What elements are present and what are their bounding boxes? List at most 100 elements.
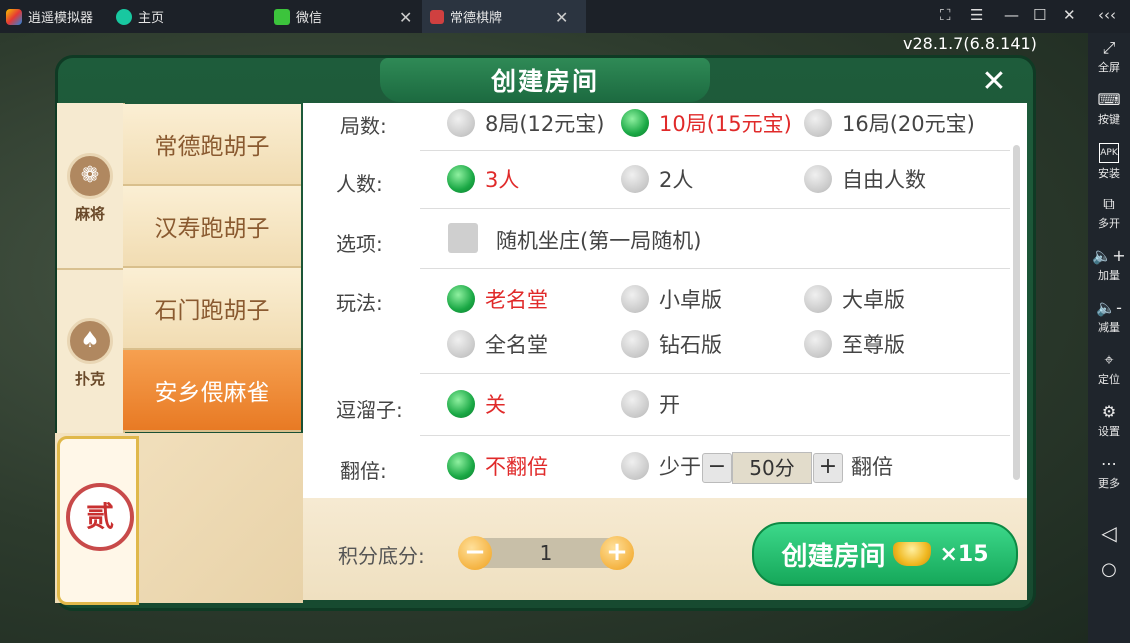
game-item-hanshou[interactable]: 汉寿跑胡子: [123, 186, 301, 268]
threshold-decrease-button[interactable]: −: [702, 453, 732, 483]
style-option-xiaozhuo[interactable]: 小卓版: [621, 284, 722, 314]
sidebar-more[interactable]: ⋯ 更多: [1088, 455, 1130, 491]
home-circle-icon: ○: [1101, 559, 1117, 580]
category-poker[interactable]: ♠ 扑克: [57, 318, 123, 389]
spade-icon: ♠: [67, 318, 113, 364]
sidebar-install-apk[interactable]: APK 安装: [1088, 143, 1130, 181]
game-item-changde[interactable]: 常德跑胡子: [123, 104, 301, 186]
sidebar-label: 加量: [1098, 269, 1120, 282]
sidebar-label: 多开: [1098, 217, 1120, 230]
threshold-increase-button[interactable]: +: [813, 453, 843, 483]
multi-instance-icon: ⧉: [1103, 194, 1115, 213]
sidebar-fullscreen[interactable]: ⤢ 全屏: [1088, 39, 1130, 75]
emulator-titlebar: 逍遥模拟器 主页 微信 ✕ 常德棋牌 ✕ ⛶ ☰ — ☐ ✕ ‹‹‹: [0, 0, 1130, 33]
close-button[interactable]: ✕: [978, 66, 1010, 98]
maximize-icon[interactable]: ☐: [1033, 6, 1046, 24]
sidebar-volume-up[interactable]: 🔈+ 加量: [1088, 247, 1130, 283]
radio-selected-icon: [447, 452, 475, 480]
game-item-shimen[interactable]: 石门跑胡子: [123, 268, 301, 350]
radio-icon: [804, 165, 832, 193]
menu-icon[interactable]: ☰: [970, 6, 983, 24]
options-scrollbar[interactable]: [1013, 145, 1020, 480]
liuzi-label: 逗溜子:: [336, 398, 403, 422]
option-label: 至尊版: [842, 333, 905, 357]
style-option-zhizun[interactable]: 至尊版: [804, 329, 905, 359]
category-label: 扑克: [74, 370, 105, 388]
game-item-anxiang-selected[interactable]: 安乡偎麻雀: [123, 350, 301, 432]
minus-icon: −: [464, 537, 486, 567]
emulator-sidebar: ⤢ 全屏 ⌨ 按键 APK 安装 ⧉ 多开 🔈+ 加量 🔈- 减量 ⌖ 定位 ⚙ 设置 ⋯ 更多 …: [1088, 33, 1130, 643]
base-score-label: 积分底分:: [338, 544, 425, 568]
double-option-none[interactable]: 不翻倍: [447, 451, 548, 481]
score-decrease-button[interactable]: −: [458, 536, 492, 570]
option-label: 开: [659, 393, 680, 417]
rounds-option-16[interactable]: 16局(20元宝): [804, 108, 975, 138]
divider: [420, 150, 1010, 151]
category-label: 麻将: [74, 205, 105, 223]
emulator-app-title: 逍遥模拟器: [6, 0, 106, 33]
create-cost: ×15: [939, 541, 989, 567]
option-label: 少于: [659, 455, 701, 479]
minimize-icon[interactable]: —: [1004, 6, 1019, 24]
style-option-quanmingtang[interactable]: 全名堂: [447, 329, 548, 359]
liuzi-option-on[interactable]: 开: [621, 389, 680, 419]
tab-wechat[interactable]: 微信 ✕: [266, 0, 426, 33]
category-divider: [57, 268, 123, 270]
option-label: 3人: [485, 168, 520, 192]
players-option-free[interactable]: 自由人数: [804, 164, 926, 194]
style-option-zuanshi[interactable]: 钻石版: [621, 329, 722, 359]
sidebar-location[interactable]: ⌖ 定位: [1088, 351, 1130, 387]
radio-icon: [621, 330, 649, 358]
divider: [420, 373, 1010, 374]
style-label: 玩法:: [336, 291, 383, 315]
players-option-2[interactable]: 2人: [621, 164, 693, 194]
close-tab-icon[interactable]: ✕: [399, 8, 412, 27]
rounds-option-10[interactable]: 10局(15元宝): [621, 108, 792, 138]
sidebar-label: 更多: [1098, 477, 1120, 490]
tab-home[interactable]: 主页: [110, 0, 266, 33]
back-button[interactable]: ◁: [1088, 521, 1130, 545]
double-option-below[interactable]: 少于: [621, 451, 701, 481]
tab-home-label: 主页: [138, 11, 165, 26]
players-option-3[interactable]: 3人: [447, 164, 519, 194]
option-label: 大卓版: [842, 288, 905, 312]
create-room-button[interactable]: 创建房间 ×15: [752, 522, 1018, 586]
screen-record-icon[interactable]: ⛶: [940, 6, 951, 24]
radio-icon: [621, 285, 649, 313]
home-button[interactable]: ○: [1088, 559, 1130, 580]
gold-ingot-icon: [893, 542, 932, 566]
badge-icon: 贰: [66, 483, 134, 551]
sidebar-label: 全屏: [1098, 61, 1120, 74]
back-icon: ◁: [1101, 521, 1117, 545]
tab-changde-qipai[interactable]: 常德棋牌 ✕: [422, 0, 586, 33]
app-icon: [430, 9, 444, 24]
sidebar-label: 设置: [1098, 425, 1120, 438]
sidebar-label: 安装: [1098, 167, 1120, 180]
fullscreen-icon: ⤢: [1102, 38, 1116, 57]
double-label: 翻倍:: [340, 459, 387, 483]
dialog-title: 创建房间: [490, 67, 599, 96]
radio-icon: [621, 390, 649, 418]
random-dealer-checkbox[interactable]: [448, 223, 478, 253]
option-label: 自由人数: [842, 168, 926, 192]
radio-icon: [621, 165, 649, 193]
radio-icon: [447, 330, 475, 358]
score-increase-button[interactable]: +: [600, 536, 634, 570]
category-mahjong[interactable]: ❁ 麻将: [57, 153, 123, 224]
sidebar-label: 定位: [1098, 373, 1120, 386]
divider: [420, 435, 1010, 436]
style-option-dazhuo[interactable]: 大卓版: [804, 284, 905, 314]
liuzi-option-off[interactable]: 关: [447, 389, 506, 419]
sidebar-settings[interactable]: ⚙ 设置: [1088, 403, 1130, 439]
more-icon: ⋯: [1101, 454, 1117, 473]
rounds-option-8[interactable]: 8局(12元宝): [447, 108, 604, 138]
close-tab-icon[interactable]: ✕: [555, 8, 568, 27]
sidebar-multi[interactable]: ⧉ 多开: [1088, 195, 1130, 231]
sidebar-volume-down[interactable]: 🔈- 减量: [1088, 299, 1130, 335]
collapse-sidebar-icon[interactable]: ‹‹‹: [1098, 6, 1116, 24]
rounds-label: 局数:: [340, 114, 387, 138]
wechat-icon: [274, 8, 290, 25]
style-option-laomingtang[interactable]: 老名堂: [447, 284, 548, 314]
close-window-icon[interactable]: ✕: [1063, 6, 1076, 24]
sidebar-keymap[interactable]: ⌨ 按键: [1088, 91, 1130, 127]
